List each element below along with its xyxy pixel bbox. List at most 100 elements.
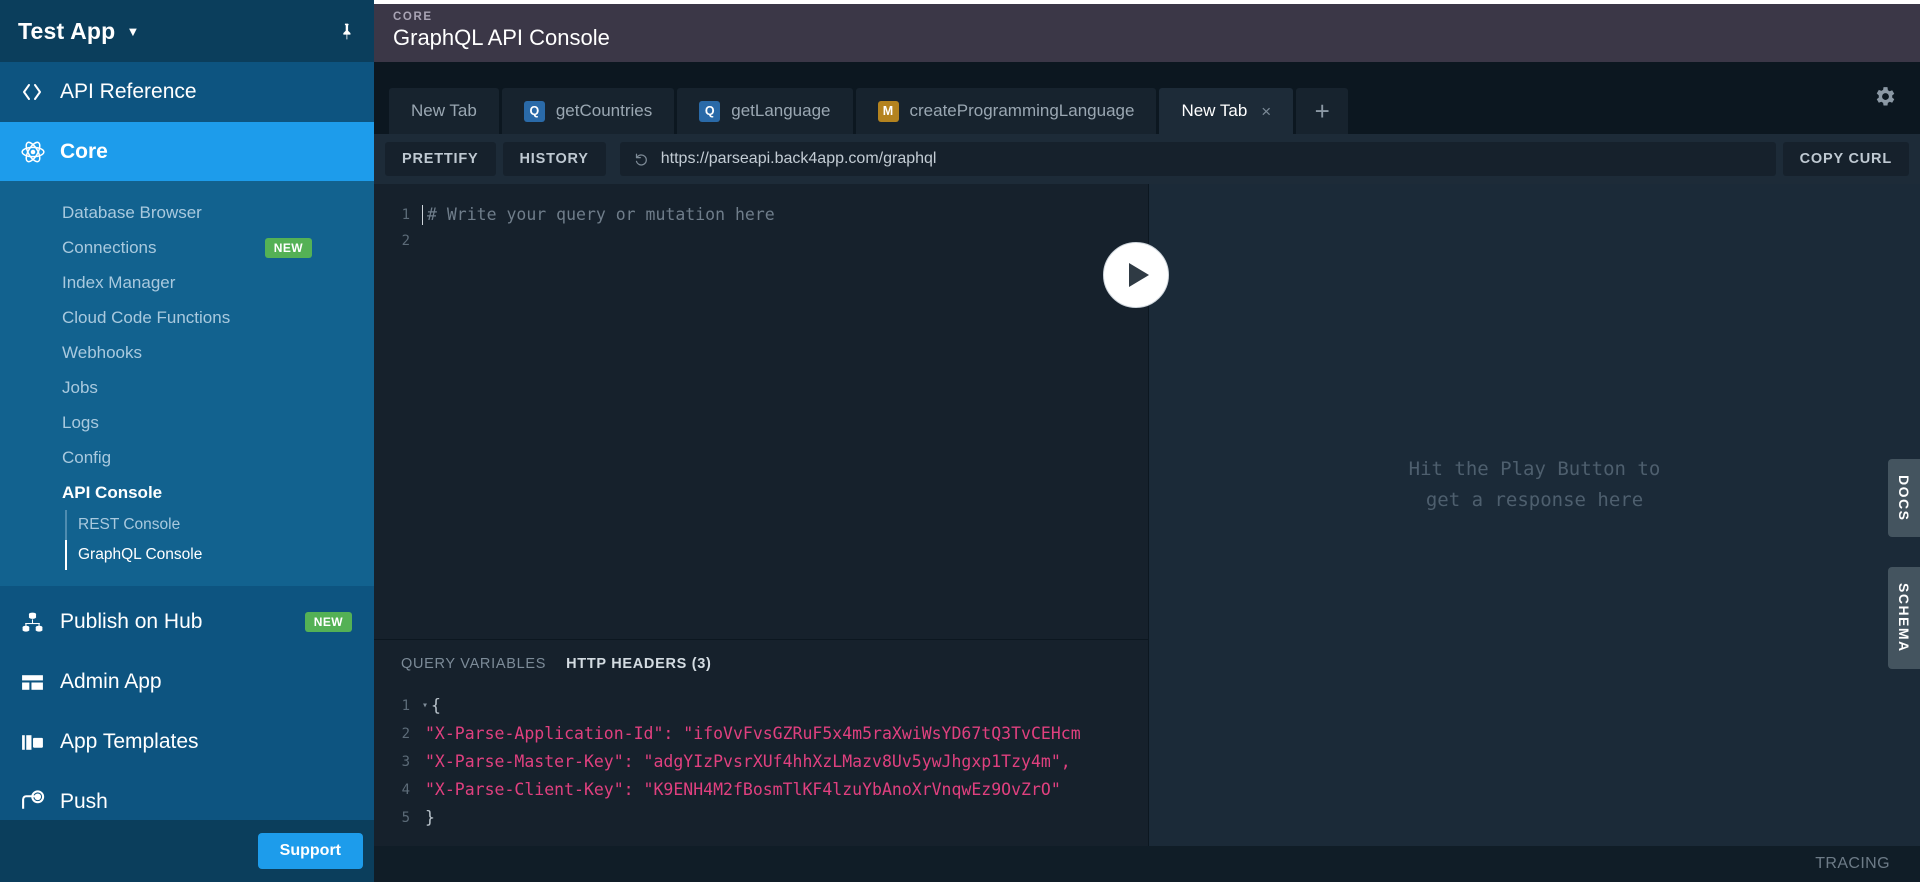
variables-tab-bar: QUERY VARIABLES HTTP HEADERS (3) bbox=[374, 640, 1148, 682]
code-text: } bbox=[425, 808, 435, 827]
pin-icon[interactable] bbox=[318, 0, 374, 62]
history-undo-icon bbox=[634, 152, 649, 167]
page-header: CORE GraphQL API Console bbox=[374, 0, 1920, 62]
code-line: 2 bbox=[374, 228, 1148, 254]
tab-label: getCountries bbox=[555, 101, 653, 120]
breadcrumb: CORE bbox=[393, 11, 433, 23]
query-input[interactable]: 1 # Write your query or mutation here 2 bbox=[374, 184, 1148, 639]
play-icon[interactable] bbox=[1103, 242, 1169, 308]
app-selector[interactable]: Test App ▼ bbox=[0, 0, 374, 62]
status-bar: TRACING bbox=[374, 846, 1920, 882]
sidebar: Test App ▼ API Reference Core Database B… bbox=[0, 0, 374, 882]
app-name-label: Test App bbox=[18, 17, 116, 44]
http-headers-editor[interactable]: 1 ▾ { 2 "X-Parse-Application-Id": "ifoVv… bbox=[374, 682, 1148, 846]
history-button[interactable]: HISTORY bbox=[502, 142, 606, 176]
copy-curl-button[interactable]: COPY CURL bbox=[1782, 142, 1909, 176]
query-type-chip: Q bbox=[523, 100, 545, 122]
sidebar-item-jobs[interactable]: Jobs bbox=[0, 370, 374, 405]
prettify-button[interactable]: PRETTIFY bbox=[385, 142, 496, 176]
response-placeholder-line-1: Hit the Play Button to bbox=[1408, 458, 1661, 480]
sidebar-item-admin-app[interactable]: Admin App bbox=[0, 652, 374, 712]
support-button[interactable]: Support bbox=[257, 833, 363, 869]
sidebar-item-api-reference[interactable]: API Reference bbox=[0, 62, 374, 122]
sidebar-item-label: Jobs bbox=[62, 377, 98, 397]
code-text: "X-Parse-Application-Id": "ifoVvFvsGZRuF… bbox=[425, 724, 1081, 743]
tab-create-programming-language[interactable]: M createProgrammingLanguage bbox=[855, 88, 1157, 134]
page-title: GraphQL API Console bbox=[393, 25, 610, 50]
tab-get-countries[interactable]: Q getCountries bbox=[501, 88, 675, 134]
sidebar-item-connections[interactable]: Connections NEW bbox=[0, 230, 374, 265]
chevron-down-icon[interactable]: ▾ bbox=[422, 692, 431, 720]
code-line: 3 "X-Parse-Master-Key": "adgYIzPvsrXUf4h… bbox=[374, 748, 1148, 776]
line-number: 2 bbox=[401, 233, 410, 249]
sidebar-item-core[interactable]: Core bbox=[0, 122, 374, 181]
sidebar-item-label: API Console bbox=[62, 482, 163, 502]
sidebar-item-label: App Templates bbox=[60, 730, 199, 753]
sidebar-item-webhooks[interactable]: Webhooks bbox=[0, 335, 374, 370]
sidebar-item-label: Connections bbox=[62, 237, 157, 257]
sidebar-item-label: Logs bbox=[62, 412, 99, 432]
code-line: 2 "X-Parse-Application-Id": "ifoVvFvsGZR… bbox=[374, 720, 1148, 748]
mutation-type-chip: M bbox=[877, 100, 899, 122]
main-content: CORE GraphQL API Console New Tab Q getCo… bbox=[374, 0, 1920, 882]
sidebar-item-label: API Reference bbox=[60, 80, 197, 103]
code-line: 5 } bbox=[374, 804, 1148, 832]
core-submenu: Database Browser Connections NEW Index M… bbox=[0, 181, 374, 586]
tracing-toggle[interactable]: TRACING bbox=[1815, 855, 1890, 873]
sidebar-item-label: Webhooks bbox=[62, 342, 143, 362]
sidebar-item-database-browser[interactable]: Database Browser bbox=[0, 195, 374, 230]
sidebar-item-app-templates[interactable]: App Templates bbox=[0, 712, 374, 772]
chevron-down-icon: ▼ bbox=[126, 23, 140, 39]
tab-label: createProgrammingLanguage bbox=[909, 101, 1135, 120]
line-number: 1 bbox=[401, 207, 410, 223]
dashboard-layout-icon bbox=[20, 670, 60, 695]
hub-nodes-icon bbox=[20, 610, 60, 635]
query-type-chip: Q bbox=[699, 100, 721, 122]
endpoint-url-input[interactable]: https://parseapi.back4app.com/graphql bbox=[619, 142, 1776, 176]
response-placeholder: Hit the Play Button to get a response he… bbox=[1409, 454, 1661, 516]
code-text: "X-Parse-Client-Key": "K9ENH4M2fBosmTlKF… bbox=[425, 780, 1061, 799]
sidebar-item-publish-on-hub[interactable]: Publish on Hub NEW bbox=[0, 592, 374, 652]
query-editor-pane: 1 # Write your query or mutation here 2 … bbox=[374, 184, 1149, 846]
status-badge: NEW bbox=[264, 237, 312, 258]
response-placeholder-line-2: get a response here bbox=[1425, 489, 1644, 511]
tab-new-tab-1[interactable]: New Tab bbox=[389, 88, 499, 134]
sidebar-item-label: GraphQL Console bbox=[78, 546, 203, 563]
sidebar-item-label: Core bbox=[60, 139, 108, 163]
sidebar-item-label: Database Browser bbox=[62, 202, 202, 222]
sidebar-footer: Support bbox=[0, 820, 374, 882]
tab-label: getLanguage bbox=[731, 101, 831, 120]
line-number: 4 bbox=[401, 782, 410, 798]
sidebar-item-label: Admin App bbox=[60, 670, 162, 693]
tab-new-tab-2[interactable]: New Tab × bbox=[1159, 88, 1294, 134]
line-number: 3 bbox=[401, 754, 410, 770]
tab-query-variables[interactable]: QUERY VARIABLES bbox=[401, 656, 546, 672]
tab-http-headers[interactable]: HTTP HEADERS (3) bbox=[566, 656, 711, 672]
code-line: 1 ▾ { bbox=[374, 692, 1148, 720]
tab-get-language[interactable]: Q getLanguage bbox=[677, 88, 853, 134]
response-pane: Hit the Play Button to get a response he… bbox=[1103, 184, 1920, 846]
sidebar-item-api-console[interactable]: API Console bbox=[0, 475, 374, 510]
sidebar-item-config[interactable]: Config bbox=[0, 440, 374, 475]
sidebar-item-label: Index Manager bbox=[62, 272, 176, 292]
sidebar-item-rest-console[interactable]: REST Console bbox=[0, 510, 374, 540]
templates-icon bbox=[20, 730, 60, 755]
code-comment: # Write your query or mutation here bbox=[427, 205, 775, 224]
close-icon[interactable]: × bbox=[1261, 103, 1271, 120]
add-tab-button[interactable]: + bbox=[1296, 88, 1349, 134]
schema-tab[interactable]: SCHEMA bbox=[1888, 567, 1920, 670]
sidebar-item-cloud-code-functions[interactable]: Cloud Code Functions bbox=[0, 300, 374, 335]
docs-tab[interactable]: DOCS bbox=[1888, 459, 1920, 538]
sidebar-item-logs[interactable]: Logs bbox=[0, 405, 374, 440]
sidebar-item-graphql-console[interactable]: GraphQL Console bbox=[0, 540, 374, 570]
atom-icon bbox=[20, 139, 60, 165]
tab-label: New Tab bbox=[1181, 101, 1248, 120]
line-number: 2 bbox=[401, 726, 410, 742]
gear-icon[interactable] bbox=[1873, 84, 1898, 114]
endpoint-url-value: https://parseapi.back4app.com/graphql bbox=[660, 150, 937, 167]
code-text: { bbox=[431, 696, 441, 715]
code-line: 4 "X-Parse-Client-Key": "K9ENH4M2fBosmTl… bbox=[374, 776, 1148, 804]
sidebar-item-index-manager[interactable]: Index Manager bbox=[0, 265, 374, 300]
push-notification-icon bbox=[20, 789, 60, 815]
